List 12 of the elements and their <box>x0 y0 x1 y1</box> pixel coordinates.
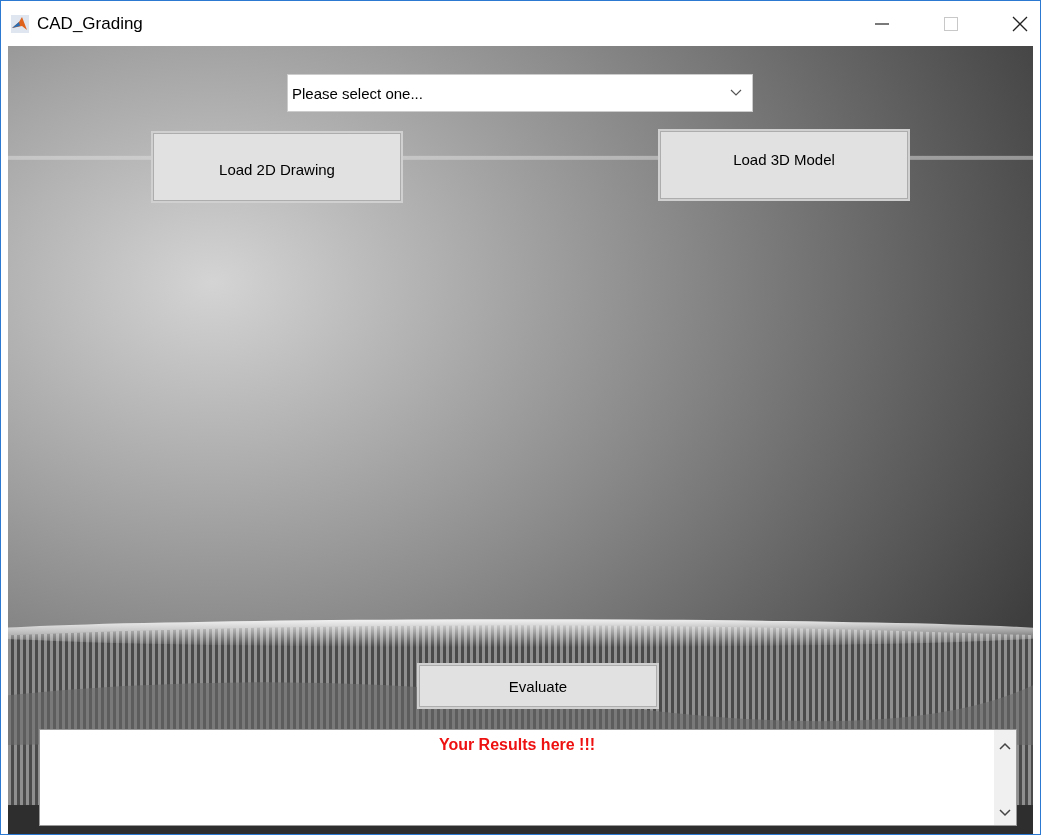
window-title: CAD_Grading <box>37 13 143 34</box>
app-icon <box>11 14 29 33</box>
chevron-down-icon <box>730 89 742 97</box>
scroll-up-icon[interactable] <box>999 742 1011 750</box>
close-icon[interactable] <box>1012 15 1028 32</box>
evaluate-button[interactable]: Evaluate <box>419 665 657 707</box>
select-dropdown[interactable]: Please select one... <box>287 74 753 112</box>
results-text: Your Results here !!! <box>437 736 597 754</box>
load-button[interactable]: Load 2D Drawing <box>153 133 401 201</box>
scrollbar[interactable] <box>994 730 1016 825</box>
load-button[interactable]: Load 3D Model <box>660 131 908 199</box>
scroll-down-icon[interactable] <box>999 809 1011 817</box>
